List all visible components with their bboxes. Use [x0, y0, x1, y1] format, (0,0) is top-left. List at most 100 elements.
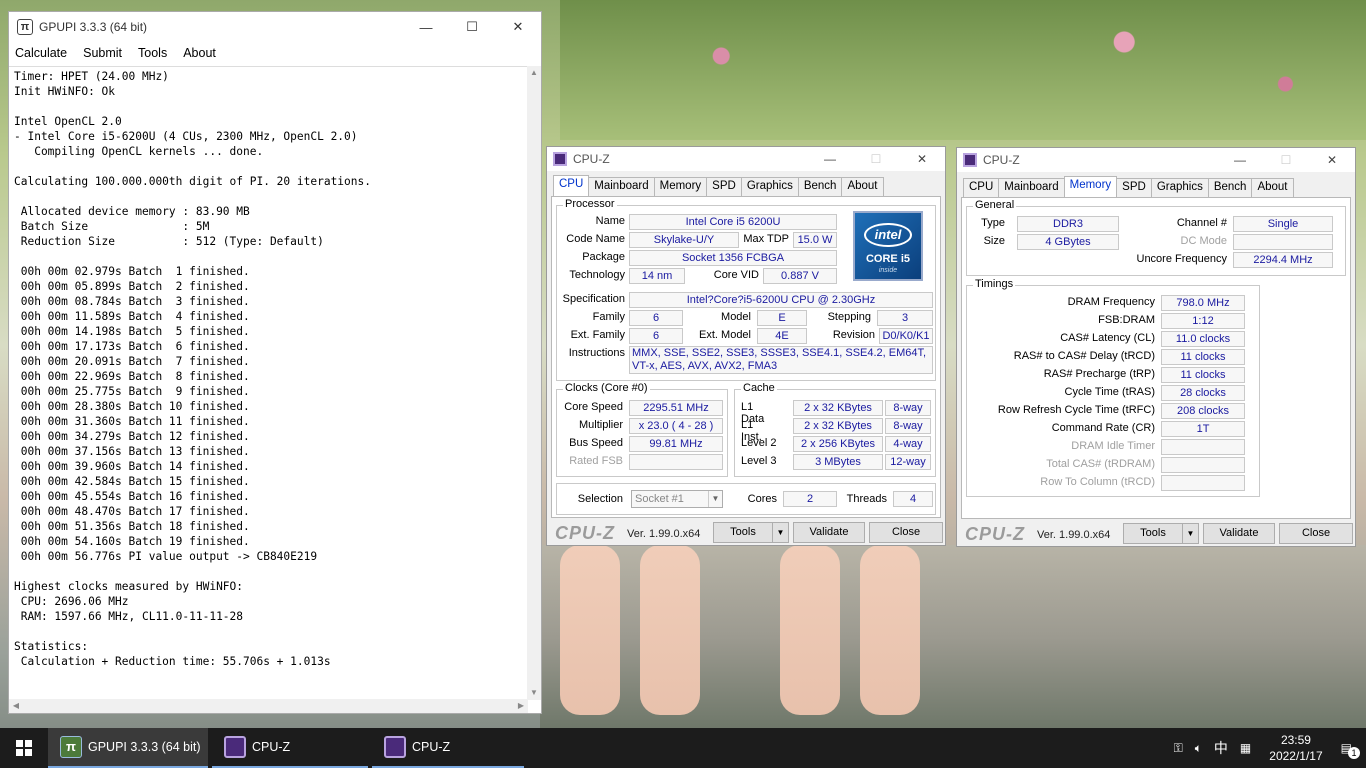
start-button[interactable]	[0, 728, 48, 768]
ime-indicator[interactable]: 中	[1214, 738, 1228, 758]
wallpaper-figure	[860, 545, 920, 715]
level3-way-value: 12-way	[885, 454, 931, 470]
scroll-up-icon[interactable]: ▲	[527, 66, 541, 80]
cpuz-footer: CPU-Z Ver. 1.99.0.x64 Tools ▼ Validate C…	[547, 520, 945, 545]
timing-label: RAS# Precharge (tRP)	[1043, 368, 1155, 380]
timing-value	[1161, 439, 1245, 455]
tab-cpu[interactable]: CPU	[553, 175, 590, 196]
close-button[interactable]: Close	[1279, 523, 1353, 544]
extmodel-label: Ext. Model	[699, 329, 751, 341]
minimize-icon[interactable]: —	[807, 152, 853, 166]
taskbar-item-cpuz[interactable]: CPU-Z	[212, 728, 368, 768]
corespeed-label: Core Speed	[564, 401, 623, 413]
multiplier-value: x 23.0 ( 4 - 28 )	[629, 418, 723, 434]
scroll-down-icon[interactable]: ▼	[527, 686, 541, 700]
close-icon[interactable]: ✕	[495, 12, 541, 42]
timing-value: 1T	[1161, 421, 1245, 437]
scroll-right-icon[interactable]: ▶	[514, 699, 528, 713]
package-label: Package	[582, 251, 625, 263]
chevron-down-icon[interactable]: ▼	[1182, 524, 1198, 543]
extmodel-value: 4E	[757, 328, 807, 344]
timings-group-title: Timings	[973, 278, 1016, 290]
cpuz-tabs: CPU Mainboard Memory SPD Graphics Bench …	[553, 175, 884, 196]
cpuz-version: Ver. 1.99.0.x64	[627, 528, 701, 540]
ratedfsb-label: Rated FSB	[569, 455, 623, 467]
clock[interactable]: 23:59 2022/1/17	[1269, 732, 1322, 764]
cpuz-titlebar[interactable]: CPU-Z — ☐ ✕	[547, 147, 945, 171]
codename-value: Skylake-U/Y	[629, 232, 739, 248]
chevron-down-icon[interactable]: ▼	[772, 523, 788, 542]
tab-graphics[interactable]: Graphics	[740, 177, 799, 196]
minimize-icon[interactable]: —	[1217, 153, 1263, 167]
taskbar-item-label: GPUPI 3.3.3 (64 bit)	[88, 740, 201, 754]
validate-button[interactable]: Validate	[793, 522, 865, 543]
processor-group-title: Processor	[563, 198, 617, 210]
tab-spd[interactable]: SPD	[1116, 178, 1152, 197]
taskbar-item-label: CPU-Z	[412, 740, 451, 754]
minimize-icon[interactable]: —	[403, 12, 449, 42]
ime-grid-icon[interactable]: ▦	[1240, 741, 1251, 755]
tab-cpu[interactable]: CPU	[963, 178, 1000, 197]
volume-icon[interactable]: 🔈︎	[1195, 741, 1202, 756]
cpuz-app-icon	[553, 152, 567, 166]
maximize-icon: ☐	[870, 152, 882, 166]
windows-logo-icon	[16, 740, 32, 756]
technology-value: 14 nm	[629, 268, 685, 284]
tab-bench[interactable]: Bench	[797, 177, 843, 196]
revision-value: D0/K0/K1	[879, 328, 933, 344]
taskbar-item-gpupi[interactable]: π GPUPI 3.3.3 (64 bit)	[48, 728, 208, 768]
specification-value: Intel?Core?i5-6200U CPU @ 2.30GHz	[629, 292, 933, 308]
tab-about[interactable]: About	[841, 177, 884, 196]
cpuz-logo: CPU-Z	[965, 524, 1025, 544]
stepping-label: Stepping	[827, 311, 871, 323]
tab-spd[interactable]: SPD	[706, 177, 742, 196]
timing-label: Cycle Time (tRAS)	[1064, 386, 1155, 398]
type-value: DDR3	[1017, 216, 1119, 232]
type-label: Type	[981, 217, 1005, 229]
gpupi-titlebar[interactable]: π GPUPI 3.3.3 (64 bit) — ☐ ✕	[9, 12, 541, 42]
level3-label: Level 3	[741, 455, 777, 467]
notification-icon[interactable]: ▤ 1	[1341, 741, 1360, 759]
instructions-label: Instructions	[568, 347, 625, 359]
cpuz-version: Ver. 1.99.0.x64	[1037, 529, 1111, 541]
menu-about[interactable]: About	[183, 46, 216, 60]
timing-label: FSB:DRAM	[1098, 314, 1155, 326]
menu-calculate[interactable]: Calculate	[15, 46, 67, 60]
cpuz-titlebar[interactable]: CPU-Z — ☐ ✕	[957, 148, 1355, 172]
maximize-icon: ☐	[1280, 153, 1292, 167]
tab-memory[interactable]: Memory	[653, 177, 708, 196]
clocks-group-title: Clocks (Core #0)	[563, 382, 650, 394]
horizontal-scrollbar[interactable]: ◀ ▶	[9, 699, 528, 713]
cpuz-app-icon	[963, 153, 977, 167]
tab-graphics[interactable]: Graphics	[1150, 178, 1209, 197]
socket-select-value: Socket #1	[635, 493, 684, 505]
gpupi-log-output[interactable]: Timer: HPET (24.00 MHz) Init HWiNFO: Ok …	[9, 66, 528, 700]
tab-mainboard[interactable]: Mainboard	[998, 178, 1065, 197]
network-icon[interactable]: ⚿	[1174, 741, 1183, 756]
revision-label: Revision	[832, 329, 875, 341]
cpuz-app-icon	[224, 736, 246, 758]
tab-mainboard[interactable]: Mainboard	[588, 177, 655, 196]
validate-button[interactable]: Validate	[1203, 523, 1275, 544]
tools-button[interactable]: Tools ▼	[1123, 523, 1199, 544]
timing-label: DRAM Frequency	[1067, 296, 1155, 308]
tab-about[interactable]: About	[1251, 178, 1294, 197]
menu-submit[interactable]: Submit	[83, 46, 122, 60]
tab-memory[interactable]: Memory	[1063, 176, 1118, 197]
maximize-icon[interactable]: ☐	[449, 12, 495, 42]
family-value: 6	[629, 310, 683, 326]
vertical-scrollbar[interactable]: ▲ ▼	[527, 66, 541, 700]
tools-button[interactable]: Tools ▼	[713, 522, 789, 543]
corespeed-value: 2295.51 MHz	[629, 400, 723, 416]
close-icon[interactable]: ✕	[899, 152, 945, 166]
gpupi-title: GPUPI 3.3.3 (64 bit)	[39, 20, 148, 34]
timing-label: Row To Column (tRCD)	[1040, 476, 1155, 488]
socket-select[interactable]: Socket #1 ▼	[631, 490, 723, 508]
tab-bench[interactable]: Bench	[1207, 178, 1253, 197]
menu-tools[interactable]: Tools	[138, 46, 167, 60]
taskbar-item-cpuz[interactable]: CPU-Z	[372, 728, 524, 768]
scroll-left-icon[interactable]: ◀	[9, 699, 23, 713]
close-button[interactable]: Close	[869, 522, 943, 543]
general-group: General Type DDR3 Size 4 GBytes Channel …	[966, 199, 1346, 276]
close-icon[interactable]: ✕	[1309, 153, 1355, 167]
